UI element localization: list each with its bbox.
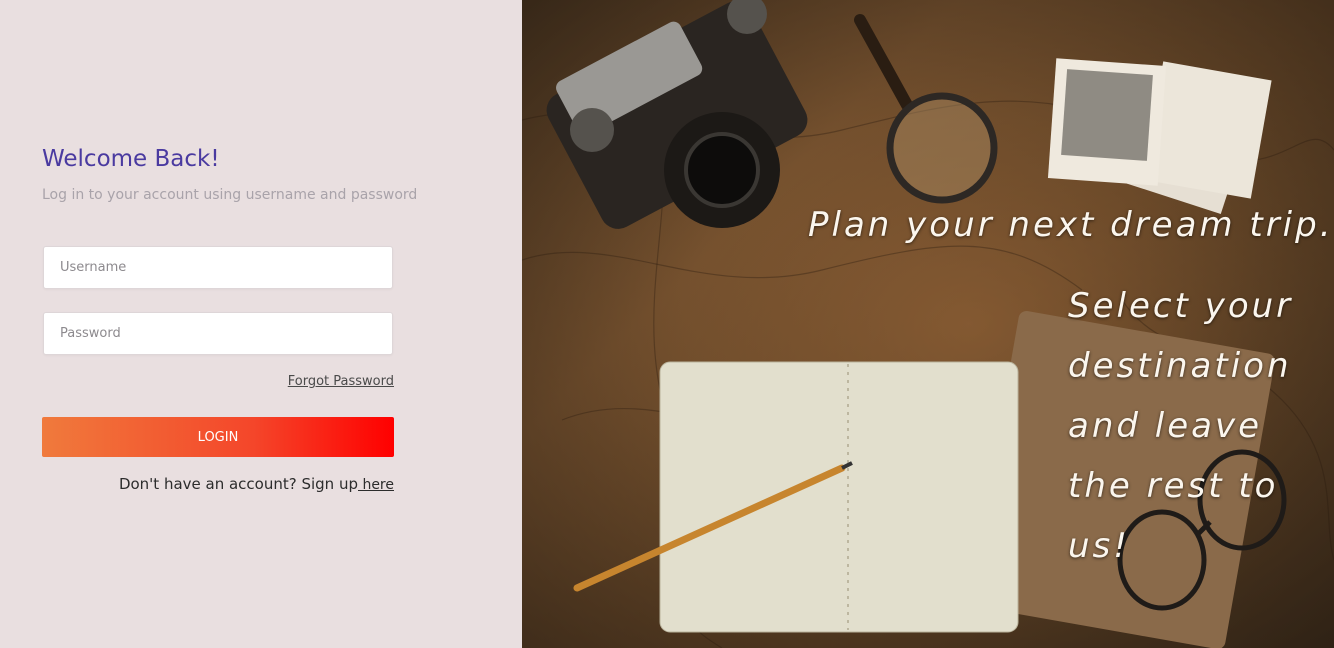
signup-prompt: Don't have an account? Sign up here [119,475,394,493]
signup-text: Don't have an account? Sign up [118,475,358,493]
camera-icon [546,0,808,229]
hero-tagline-primary: Plan your next dream trip. [808,205,1334,245]
login-panel: Welcome Back! Log in to your account usi… [0,0,522,648]
hero-tagline-secondary: Select your destination and leave the re… [1068,286,1294,566]
hero-image: Plan your next dream trip. Select your d… [522,0,1334,648]
forgot-password-link[interactable]: Forgot Password [288,374,394,389]
photos-icon [1047,58,1272,215]
page-title: Welcome Back! [42,146,220,172]
signup-link[interactable]: here [358,477,394,493]
magnifier-icon [854,14,998,204]
login-subtitle: Log in to your account using username an… [42,187,418,203]
login-button[interactable]: LOGIN [42,417,394,457]
password-field[interactable] [43,312,393,355]
username-field[interactable] [43,246,393,289]
notebook-icon [659,361,1019,633]
